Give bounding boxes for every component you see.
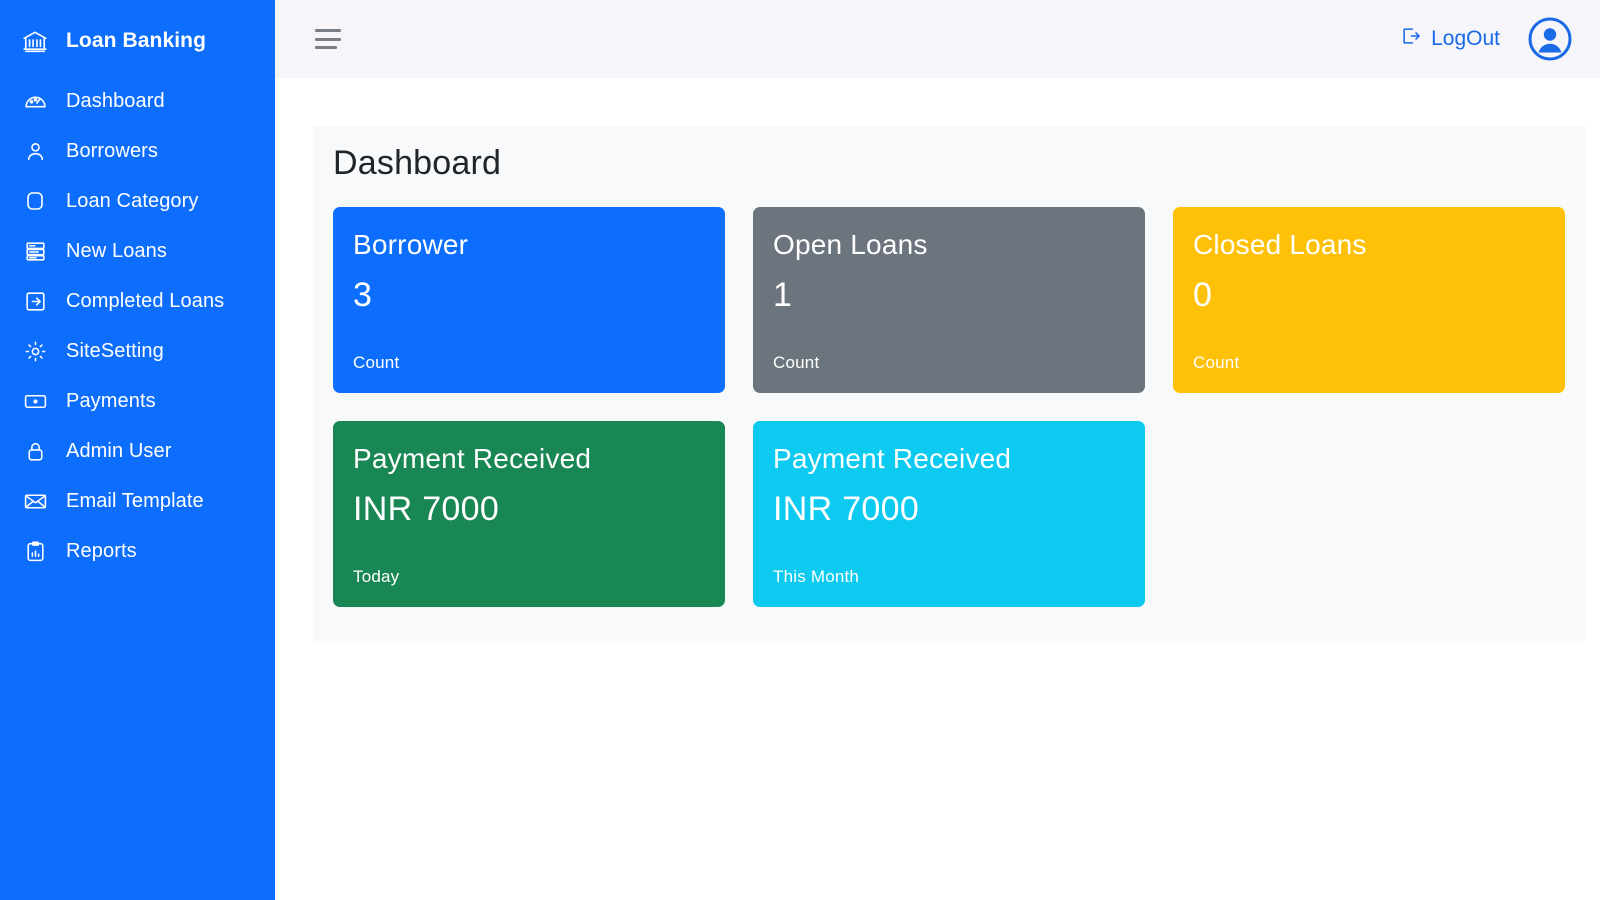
sidebar-item-admin-user[interactable]: Admin User <box>0 426 275 476</box>
stat-card-title: Borrower <box>353 229 469 260</box>
stat-card-footer: This Month <box>773 567 860 586</box>
sidebar-item-loan-category[interactable]: Loan Category <box>0 176 275 226</box>
page-title: Dashboard <box>333 144 502 182</box>
stat-card-value: INR 7000 <box>773 490 920 529</box>
dashboard-panel: Dashboard Borrower 3 Count Open Loans 1 … <box>313 126 1585 641</box>
stat-card-footer: Count <box>773 353 820 372</box>
box-arrow-right-icon <box>22 288 48 314</box>
server-stack-icon <box>22 238 48 264</box>
topbar-right-group: LogOut <box>1400 17 1572 61</box>
sidebar-item-label: Payments <box>66 389 156 412</box>
stat-card-row-top: Borrower 3 Count Open Loans 1 Count Clos… <box>333 207 1565 393</box>
sidebar-item-label: Dashboard <box>66 89 165 112</box>
stat-card-title: Open Loans <box>773 229 928 260</box>
stat-card-title: Payment Received <box>773 443 1012 474</box>
hamburger-bar <box>315 37 341 41</box>
sidebar-item-dashboard[interactable]: Dashboard <box>0 76 275 126</box>
hamburger-icon[interactable] <box>315 29 341 49</box>
stat-card-borrower[interactable]: Borrower 3 Count <box>333 207 725 393</box>
sidebar-item-label: Reports <box>66 539 137 562</box>
stat-card-footer: Count <box>1193 353 1240 372</box>
sidebar-item-label: New Loans <box>66 239 167 262</box>
stat-card-payment-received-today[interactable]: Payment Received INR 7000 Today <box>333 421 725 607</box>
stat-card-value: 0 <box>1193 276 1213 315</box>
person-icon <box>22 138 48 164</box>
sidebar-item-reports[interactable]: Reports <box>0 526 275 576</box>
cash-icon <box>22 388 48 414</box>
hamburger-bar <box>315 46 337 49</box>
lock-icon <box>22 438 48 464</box>
stat-card-placeholder <box>1173 421 1565 607</box>
sidebar-item-label: Borrowers <box>66 139 159 162</box>
bank-icon <box>22 28 48 54</box>
sidebar-item-new-loans[interactable]: New Loans <box>0 226 275 276</box>
sidebar-item-completed-loans[interactable]: Completed Loans <box>0 276 275 326</box>
main-area: LogOut Dashboard Borrower 3 Count Open L… <box>275 0 1600 900</box>
app-root: Loan Banking Dashboard Borrowers Loan Ca… <box>0 0 1600 900</box>
stat-card-row-bottom: Payment Received INR 7000 Today Payment … <box>333 421 1565 607</box>
stat-card-title: Closed Loans <box>1193 229 1367 260</box>
stat-card-value: INR 7000 <box>353 490 500 529</box>
logout-label: LogOut <box>1431 27 1500 50</box>
sidebar-item-label: Email Template <box>66 489 204 512</box>
sidebar-item-label: Completed Loans <box>66 289 225 312</box>
sidebar: Loan Banking Dashboard Borrowers Loan Ca… <box>0 0 275 900</box>
gear-icon <box>22 338 48 364</box>
speedometer-icon <box>22 88 48 114</box>
envelope-icon <box>22 488 48 514</box>
sidebar-item-label: SiteSetting <box>66 339 164 362</box>
sidebar-brand[interactable]: Loan Banking <box>0 22 275 60</box>
sidebar-item-label: Admin User <box>66 439 172 462</box>
box-arrow-right-icon <box>1400 25 1422 53</box>
stat-card-value: 3 <box>353 276 373 315</box>
stat-card-footer: Count <box>353 353 400 372</box>
stat-card-value: 1 <box>773 276 793 315</box>
rounded-square-icon <box>22 188 48 214</box>
stat-card-footer: Today <box>353 567 400 586</box>
clipboard-chart-icon <box>22 538 48 564</box>
sidebar-item-payments[interactable]: Payments <box>0 376 275 426</box>
topbar: LogOut <box>275 0 1600 78</box>
sidebar-item-sitesetting[interactable]: SiteSetting <box>0 326 275 376</box>
stat-card-payment-received-month[interactable]: Payment Received INR 7000 This Month <box>753 421 1145 607</box>
hamburger-bar <box>315 29 341 32</box>
stat-card-closed-loans[interactable]: Closed Loans 0 Count <box>1173 207 1565 393</box>
stat-card-title: Payment Received <box>353 443 592 474</box>
user-circle-icon[interactable] <box>1528 17 1572 61</box>
sidebar-brand-label: Loan Banking <box>66 29 207 52</box>
sidebar-item-borrowers[interactable]: Borrowers <box>0 126 275 176</box>
logout-button[interactable]: LogOut <box>1400 25 1500 53</box>
sidebar-item-email-template[interactable]: Email Template <box>0 476 275 526</box>
stat-card-open-loans[interactable]: Open Loans 1 Count <box>753 207 1145 393</box>
sidebar-item-label: Loan Category <box>66 189 199 212</box>
